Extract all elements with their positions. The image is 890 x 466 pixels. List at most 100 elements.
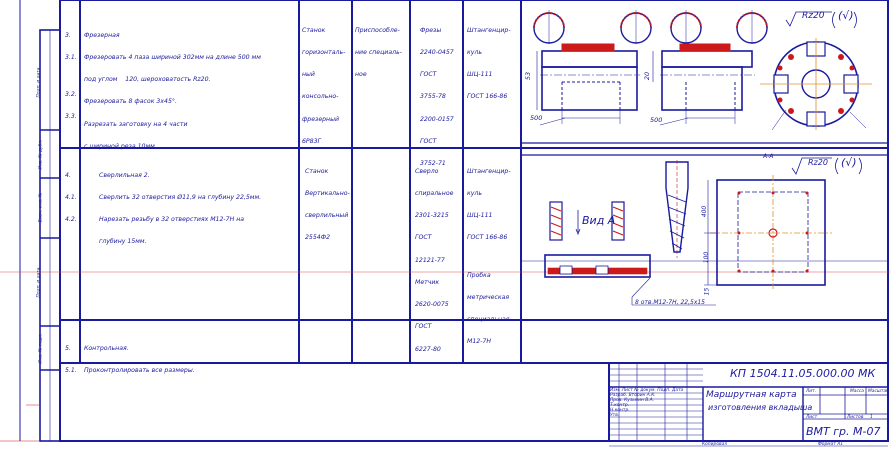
row2-measure-1: куль [467, 190, 483, 198]
row1-tool-3: 3755-78 [420, 93, 446, 101]
row2-tool: Сверло спиральное 2301-3215 ГОСТ 12121-7… [415, 153, 453, 360]
milling-sketch [533, 10, 872, 131]
row1-measure-3: ГОСТ 166-86 [467, 93, 508, 101]
row2-machine-3: 2554Ф2 [305, 234, 331, 242]
sheet-label: Лист [806, 415, 818, 420]
row2-content-1: Сверлить 32 отверстия Ø11,9 на глубину 2… [99, 194, 262, 202]
scale-header: Масштаб [868, 389, 889, 394]
row2-machine-0: Станок [305, 167, 329, 175]
sheets-value: 1 [870, 415, 873, 420]
dim-400: 400 [701, 205, 709, 218]
tb-row-6: Утв. [610, 413, 620, 418]
row1-content-4: Разрезать заготовку на 4 части [84, 120, 188, 128]
row3-num-0: 5. [65, 344, 71, 352]
roughness-label-2: Rz20 [808, 158, 828, 167]
section-label: А-А [763, 153, 774, 160]
roughness-label-1: Rz20 [802, 11, 825, 21]
row1-fixture-0: Приспособле- [355, 26, 400, 34]
row1-machine-5: 6Р83Г [302, 137, 321, 145]
sidebar-label-2: Взам. инв. № [38, 192, 44, 223]
row2-num-1: 4.1. [65, 194, 77, 202]
row2-num-0: 4. [65, 171, 71, 179]
row1-num-3: 3.2. [65, 91, 77, 99]
row1-machine-4: фрезерный [302, 115, 340, 123]
row1-content-0: Фрезерная [84, 31, 120, 39]
row1-tool-0: Фрезы [420, 26, 442, 34]
row2-machine-2: сверлильный [305, 212, 349, 220]
row2-tool-1: спиральное [415, 190, 454, 198]
row2-machine: Станок Вертикально- сверлильный 2554Ф2 [305, 153, 350, 249]
row2-tool-3: ГОСТ [415, 234, 432, 242]
row2-tool-6: 2620-0075 [415, 301, 449, 309]
row2-content-3: глубину 15мм. [99, 238, 147, 246]
dim-500-a: 500 [530, 114, 543, 122]
row1-machine-0: Станок [302, 26, 326, 34]
row3-content-1: Проконтролировать все размеры. [84, 367, 195, 375]
row2-content-0: Сверлильная 2. [99, 171, 150, 179]
row2-tool-7: ГОСТ [415, 323, 432, 331]
row1-content-1: Фрезеровать 4 паза шириной 302мм на длин… [84, 54, 261, 62]
row1-measure-2: ШЦ-111 [467, 71, 493, 79]
row1-tool-4: 2200-0157 [420, 115, 454, 123]
row2-tool-8: 6227-80 [415, 345, 441, 353]
row2-machine-1: Вертикально- [305, 190, 350, 198]
row2-tool-0: Сверло [415, 167, 439, 175]
view-a-label: Вид А [582, 214, 616, 227]
sidebar-label-4: Инв. № подл. [38, 333, 44, 364]
row1-content-3: Фрезеровать 8 фасок 3x45°. [84, 98, 177, 106]
row1-measure-1: куль [467, 49, 483, 57]
row2-tool-2: 2301-3215 [415, 212, 449, 220]
holes-note: 8 отв.М12-7Н, 22,5x15 [635, 299, 705, 306]
row2-measure-5: Пробка [467, 271, 491, 279]
row1-content-2: под углом 120, шероховатость Rz20. [84, 76, 211, 84]
row1-machine: Станок горизонталь- ный консольно- фрезе… [302, 12, 345, 153]
roughness-check-2: (√) [841, 156, 857, 169]
row1-measure: Штангенцир- куль ШЦ-111 ГОСТ 166-86 [467, 12, 511, 108]
row1-num: 3. 3.1. 3.2. 3.3. [65, 17, 77, 128]
document-title-1: Маршрутная карта [706, 390, 797, 400]
dim-53: 53 [524, 71, 533, 81]
row3-content: Контрольная. Проконтролировать все разме… [84, 330, 195, 382]
row2-measure-8: М12-7Н [467, 338, 492, 346]
row2-tool-4: 12121-77 [415, 256, 445, 264]
mass-header: Масса [850, 389, 864, 394]
lit-header: Лит. [806, 389, 817, 394]
roughness-check-1: (√) [838, 9, 854, 22]
row1-machine-2: ный [302, 71, 315, 79]
row1-fixture-1: ние специаль- [355, 49, 402, 57]
row2-measure-3: ГОСТ 166-86 [467, 234, 508, 242]
row1-machine-1: горизонталь- [302, 49, 346, 57]
document-code: КП 1504.11.05.000.00 МК [730, 367, 876, 380]
row2-measure-7: специальная [467, 315, 510, 323]
row1-tool-2: ГОСТ [420, 71, 437, 79]
row1-content: Фрезерная Фрезеровать 4 паза шириной 302… [84, 17, 261, 158]
row1-fixture: Приспособле- ние специаль- ное [355, 12, 402, 86]
row2-measure-2: ШЦ-111 [467, 212, 493, 220]
row3-content-0: Контрольная. [84, 344, 129, 352]
row3-num: 5. 5.1. [65, 330, 77, 382]
titleblock-rows: Изм. Лист № докум. Подп. Дата Разраб. Вт… [610, 388, 683, 418]
sidebar-label-3: Подп. и дата [36, 267, 42, 298]
row1-content-5: с шириной реза 10мм. [84, 142, 157, 150]
row1-num-4: 3.3. [65, 113, 77, 121]
dim-500-b: 500 [650, 116, 663, 124]
row2-measure-6: метрическая [467, 293, 510, 301]
row1-num-0: 3. [65, 31, 71, 39]
dim-20: 20 [643, 71, 652, 81]
drilling-sketch [544, 157, 862, 306]
row1-num-1: 3.1. [65, 54, 77, 62]
row1-tool-1: 2240-0457 [420, 49, 454, 57]
dim-15: 15 [703, 287, 711, 296]
sheets-label: Листов [847, 415, 864, 420]
row1-tool-5: ГОСТ [420, 137, 437, 145]
document-title-2: изготовления вкладыша [708, 403, 813, 412]
row3-num-1: 5.1. [65, 367, 77, 375]
dim-100: 100 [703, 251, 711, 264]
row1-tool: Фрезы 2240-0457 ГОСТ 3755-78 2200-0157 Г… [420, 12, 454, 175]
row1-machine-3: консольно- [302, 93, 339, 101]
row2-content-2: Нарезать резьбу в 32 отверстиях М12-7Н н… [99, 216, 245, 224]
sidebar-label-0: Подп. и дата [36, 67, 42, 98]
row2-num: 4. 4.1. 4.2. [65, 157, 77, 231]
row2-measure: Штангенцир- куль ШЦ-111 ГОСТ 166-86 Проб… [467, 153, 511, 353]
row1-measure-0: Штангенцир- [467, 26, 511, 34]
